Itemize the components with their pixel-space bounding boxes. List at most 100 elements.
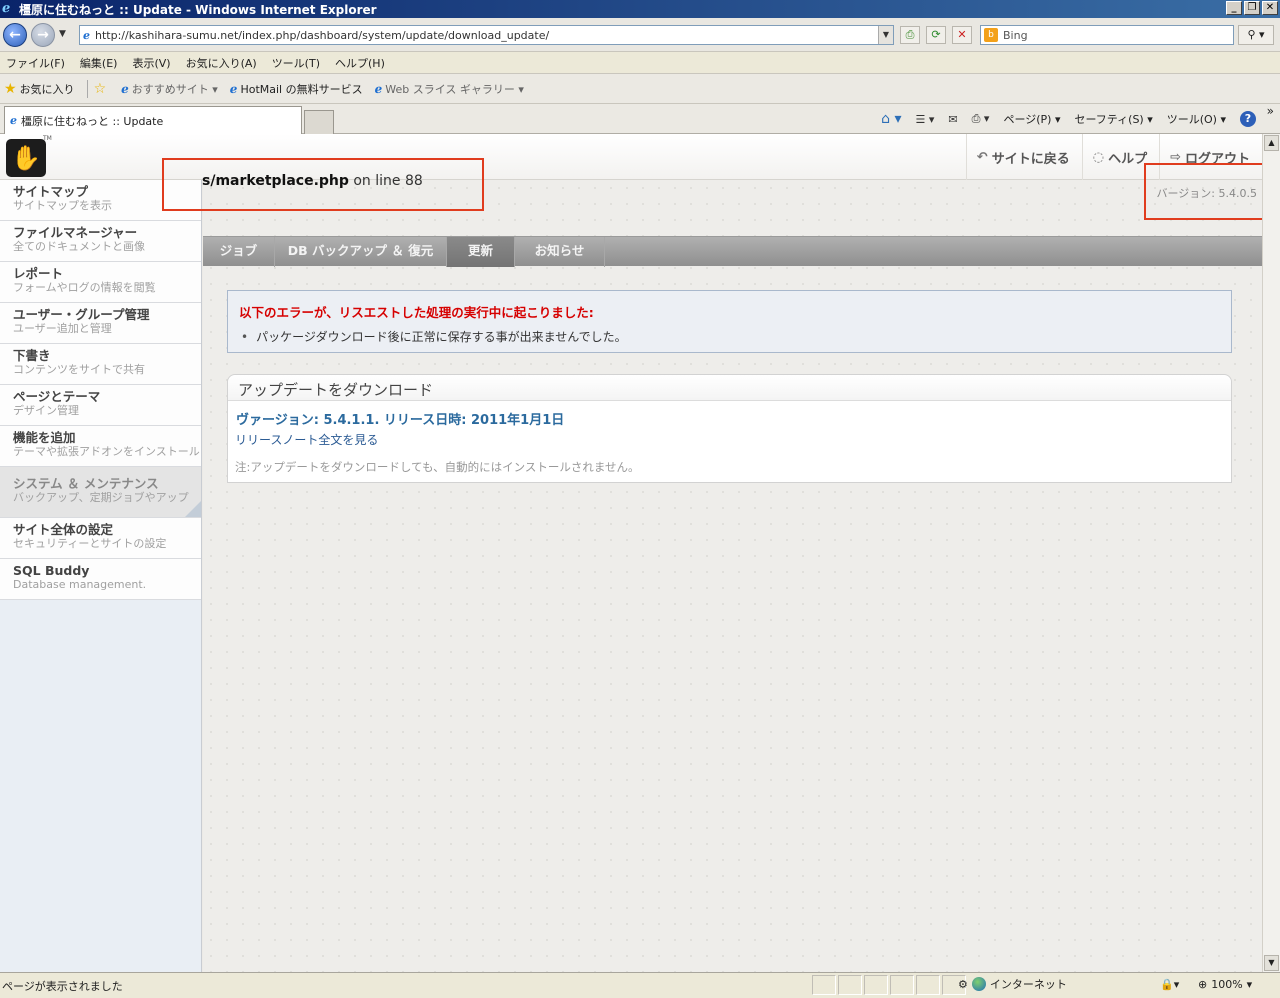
sidebar-item-system-maintenance[interactable]: システム ＆ メンテナンス バックアップ、定期ジョブやアップ [0, 467, 201, 518]
security-settings-icon[interactable]: 🔒▾ [1160, 978, 1179, 991]
page-menu[interactable]: ページ(P) ▾ [1003, 111, 1060, 127]
annotation-box-version [1144, 163, 1262, 220]
lifebuoy-icon: ◌ [1092, 149, 1105, 165]
tab-update[interactable]: 更新 [447, 237, 515, 267]
dashboard-sidebar: サイトマップ サイトマップを表示 ファイルマネージャー 全てのドキュメントと画像… [0, 180, 202, 972]
ie-page-icon: ℯ [10, 114, 17, 127]
hotmail-link[interactable]: ℯ HotMail の無料サービス [230, 81, 363, 97]
tools-menu[interactable]: ツール(O) ▾ [1167, 111, 1226, 127]
ie-page-icon: ℯ [374, 81, 383, 96]
stop-icon[interactable]: ✕ [952, 26, 972, 44]
tab-db-backup[interactable]: DB バックアップ ＆ 復元 [275, 237, 447, 267]
trademark-mark: TM [43, 135, 52, 142]
zoom-dropdown-icon: ▾ [1246, 978, 1253, 991]
zoom-icon: ⊕ [1198, 978, 1208, 991]
more-commands-icon[interactable]: » [1267, 104, 1274, 118]
system-tabs: ジョブ DB バックアップ ＆ 復元 更新 お知らせ [203, 236, 1262, 267]
bing-icon: b [984, 28, 998, 42]
status-cell [838, 975, 862, 995]
scroll-up-icon[interactable]: ▲ [1264, 135, 1279, 151]
web-slice-gallery-link[interactable]: ℯ Web スライス ギャラリー ▾ [375, 81, 524, 97]
divider [86, 79, 88, 98]
menu-file[interactable]: ファイル(F) [6, 55, 65, 71]
release-notes-link[interactable]: リリースノート全文を見る [235, 431, 378, 448]
ie-logo-icon: ℯ [2, 1, 11, 16]
annotation-box-error [162, 158, 484, 211]
address-dropdown-icon[interactable]: ▼ [878, 26, 893, 44]
add-favorite-icon: ☆ [93, 80, 107, 97]
tab-notifications[interactable]: お知らせ [515, 237, 605, 267]
error-alert-title: 以下のエラーが、リスエストした処理の実行中に起こりました: [239, 305, 594, 320]
address-input[interactable]: ℯ http://kashihara-sumu.net/index.php/da… [79, 25, 894, 45]
favorites-bar: ★ お気に入り ☆ ℯ おすすめサイト ▾ ℯ HotMail の無料サービス … [0, 74, 1280, 104]
menu-tools[interactable]: ツール(T) [272, 55, 320, 71]
page-icon: ℯ [83, 28, 90, 42]
update-note: 注:アップデートをダウンロードしても、自動的にはインストールされません。 [235, 460, 640, 474]
home-icon[interactable]: ⌂ ▾ [881, 111, 901, 127]
menu-help[interactable]: ヘルプ(H) [335, 55, 385, 71]
favorites-button[interactable]: ★ お気に入り [4, 81, 75, 97]
status-bar: ページが表示されました ⚙ インターネット 🔒▾ ⊕ 100% ▾ [0, 972, 1280, 998]
download-update-panel: アップデートをダウンロード ヴァージョン: 5.4.1.1. リリース日時: 2… [227, 374, 1232, 483]
sidebar-item-scrapbook[interactable]: 下書き コンテンツをサイトで共有 [0, 344, 201, 385]
return-arrow-icon: ↶ [976, 149, 988, 165]
help-icon[interactable]: ? [1240, 111, 1256, 127]
forward-button[interactable]: → [31, 23, 55, 47]
search-placeholder: Bing [1003, 28, 1028, 42]
suggested-sites-link[interactable]: ℯ おすすめサイト ▾ [121, 81, 218, 97]
sidebar-item-sql-buddy[interactable]: SQL Buddy Database management. [0, 559, 201, 600]
status-cell [812, 975, 836, 995]
status-cell [864, 975, 888, 995]
new-tab-button[interactable] [304, 110, 334, 134]
tab-update[interactable]: ℯ 橿原に住むねっと :: Update [4, 106, 302, 134]
menu-view[interactable]: 表示(V) [132, 55, 170, 71]
sidebar-item-site-settings[interactable]: サイト全体の設定 セキュリティーとサイトの設定 [0, 518, 201, 559]
status-cell [916, 975, 940, 995]
main-content: s/marketplace.php on line 88 バージョン: 5.4.… [202, 173, 1262, 972]
zoom-control[interactable]: ⊕ 100% ▾ [1198, 978, 1252, 991]
status-text: ページが表示されました [2, 980, 123, 993]
status-cell [890, 975, 914, 995]
minimize-button[interactable]: _ [1226, 1, 1242, 15]
mail-icon[interactable]: ✉ [948, 113, 957, 126]
sidebar-item-add-functionality[interactable]: 機能を追加 テーマや拡張アドオンをインストール [0, 426, 201, 467]
back-button[interactable]: ← [3, 23, 27, 47]
security-zone[interactable]: ⚙ インターネット [958, 976, 1067, 992]
status-cells [812, 975, 966, 995]
menu-edit[interactable]: 編集(E) [80, 55, 118, 71]
error-alert: 以下のエラーが、リスエストした処理の実行中に起こりました: パッケージダウンロー… [227, 290, 1232, 353]
update-version-text: ヴァージョン: 5.4.1.1. リリース日時: 2011年1月1日 [236, 413, 565, 428]
search-input[interactable]: b Bing [980, 25, 1234, 45]
vertical-scrollbar[interactable]: ▲ ▼ [1262, 134, 1280, 972]
close-window-button[interactable]: ✕ [1262, 1, 1278, 15]
compatibility-view-icon[interactable]: ⎙ [900, 26, 920, 44]
sidebar-item-users-groups[interactable]: ユーザー・グループ管理 ユーザー追加と管理 [0, 303, 201, 344]
sidebar-item-pages-themes[interactable]: ページとテーマ デザイン管理 [0, 385, 201, 426]
add-favorites-button[interactable]: ☆ [94, 81, 110, 97]
sidebar-item-reports[interactable]: レポート フォームやログの情報を閲覧 [0, 262, 201, 303]
menu-favorites[interactable]: お気に入り(A) [186, 55, 257, 71]
window-title: 橿原に住むねっと :: Update - Windows Internet Ex… [19, 2, 377, 17]
ie-page-icon: ℯ [121, 81, 129, 96]
menu-bar: ファイル(F) 編集(E) 表示(V) お気に入り(A) ツール(T) ヘルプ(… [0, 52, 1280, 74]
tab-jobs[interactable]: ジョブ [203, 237, 275, 267]
refresh-icon[interactable]: ⟳ [926, 26, 946, 44]
page-viewport: ✋ TM ↶ サイトに戻る ◌ ヘルプ ⇨ ログアウト サイトマップ サイトマッ… [0, 134, 1262, 972]
restore-button[interactable]: ❐ [1244, 1, 1260, 15]
address-toolbar: ← → ▼ ℯ http://kashihara-sumu.net/index.… [0, 18, 1280, 52]
ie-page-icon: ℯ [229, 81, 238, 96]
protected-mode-icon: ⚙ [958, 977, 968, 991]
url-text: http://kashihara-sumu.net/index.php/dash… [95, 28, 550, 42]
scroll-down-icon[interactable]: ▼ [1264, 955, 1279, 971]
search-button[interactable]: ⚲ ▾ [1238, 25, 1274, 45]
back-to-site-link[interactable]: ↶ サイトに戻る [965, 134, 1082, 180]
feeds-icon[interactable]: ☰ ▾ [916, 113, 935, 126]
tab-bar: ℯ 橿原に住むねっと :: Update ⌂ ▾ ☰ ▾ ✉ ⎙ ▾ ページ(P… [0, 104, 1280, 134]
error-alert-item: パッケージダウンロード後に正常に保存する事が出来ませんでした。 [241, 328, 627, 345]
star-icon: ★ [4, 80, 17, 97]
sidebar-item-file-manager[interactable]: ファイルマネージャー 全てのドキュメントと画像 [0, 221, 201, 262]
history-dropdown-icon[interactable]: ▼ [59, 29, 66, 39]
concrete5-logo-icon[interactable]: ✋ [6, 139, 46, 177]
safety-menu[interactable]: セーフティ(S) ▾ [1074, 111, 1152, 127]
print-icon[interactable]: ⎙ ▾ [972, 112, 990, 126]
